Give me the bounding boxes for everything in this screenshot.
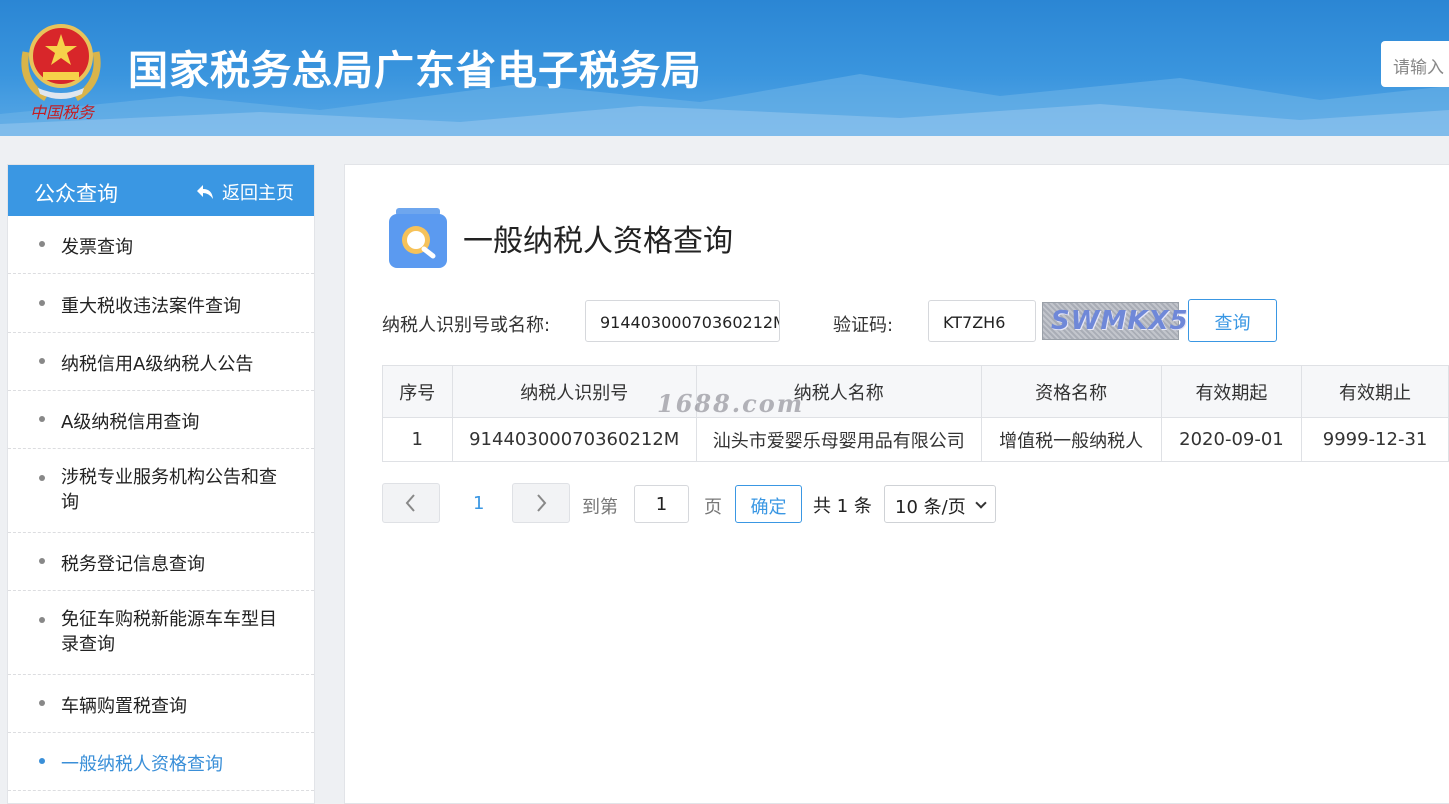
sidebar-item-label: A级纳税信用查询 <box>61 412 200 433</box>
sidebar-item-label: 纳税信用A级纳税人公告 <box>61 354 254 375</box>
query-button[interactable]: 查询 <box>1188 299 1277 342</box>
site-header: 中国税务 国家税务总局广东省电子税务局 请输入 <box>0 0 1449 136</box>
table-cell: 2020-09-01 <box>1160 417 1303 462</box>
bullet-dot <box>39 758 45 764</box>
sidebar-item-major-violation-query[interactable]: 重大税收违法案件查询 <box>8 274 314 333</box>
table-row: 1 91440300070360212M 汕头市爱婴乐母婴用品有限公司 增值税一… <box>382 417 1449 462</box>
bullet-dot <box>39 700 45 706</box>
total-count: 共 1 条 <box>813 496 872 517</box>
page-size-select[interactable]: 10 条/页 <box>884 485 996 523</box>
table-header-row: 序号 纳税人识别号 纳税人名称 资格名称 有效期起 有效期止 <box>382 365 1449 418</box>
sidebar-item-label: 重大税收违法案件查询 <box>61 296 241 317</box>
sidebar-title: 公众查询 <box>34 182 118 206</box>
back-arrow-icon <box>197 185 213 199</box>
bullet-dot <box>39 475 45 481</box>
table-cell: 增值税一般纳税人 <box>980 417 1162 462</box>
page-size-value: 10 条/页 <box>895 497 966 518</box>
captcha-input[interactable]: KT7ZH6 <box>928 300 1036 342</box>
page-suffix-label: 页 <box>704 497 722 518</box>
sidebar-item-general-taxpayer-query[interactable]: 一般纳税人资格查询 <box>8 733 314 791</box>
site-title: 国家税务总局广东省电子税务局 <box>128 48 702 94</box>
back-home-link[interactable]: 返回主页 <box>196 179 294 205</box>
tax-emblem-logo: 中国税务 <box>16 12 106 124</box>
sidebar-item-label: 税务登记信息查询 <box>61 554 205 575</box>
sidebar-item-invoice-query[interactable]: 发票查询 <box>8 216 314 274</box>
sidebar-item-label: 一般纳税人资格查询 <box>61 754 223 775</box>
table-cell: 汕头市爱婴乐母婴用品有限公司 <box>695 417 982 462</box>
search-document-icon <box>388 208 448 268</box>
table-cell: 9999-12-31 <box>1301 417 1449 462</box>
chevron-right-icon <box>537 494 547 512</box>
sidebar-item-label: 涉税专业服务机构公告和查询 <box>61 467 277 513</box>
column-header: 资格名称 <box>980 365 1162 418</box>
bullet-dot <box>39 241 45 247</box>
sidebar-item-a-level-credit-query[interactable]: A级纳税信用查询 <box>8 391 314 449</box>
back-home-label: 返回主页 <box>222 183 294 204</box>
sidebar-item-label: 车辆购置税查询 <box>61 696 187 717</box>
prev-page-button[interactable] <box>382 483 440 523</box>
captcha-label: 验证码: <box>833 315 894 336</box>
column-header: 有效期起 <box>1160 365 1303 418</box>
taxpayer-id-label: 纳税人识别号或名称: <box>382 315 551 336</box>
sidebar-header: 公众查询 返回主页 <box>8 165 314 216</box>
confirm-goto-button[interactable]: 确定 <box>735 485 802 523</box>
goto-label: 到第 <box>582 497 618 518</box>
sidebar-item-new-energy-vehicle[interactable]: 免征车购税新能源车车型目录查询 <box>8 591 314 675</box>
captcha-image[interactable]: SWMKX5 <box>1042 302 1188 340</box>
column-header: 有效期止 <box>1301 365 1449 418</box>
sidebar-item-tax-service-agency[interactable]: 涉税专业服务机构公告和查询 <box>8 449 314 533</box>
sidebar: 公众查询 返回主页 发票查询 重大税收违法案件查询 纳税信用A级纳税人公告 A级… <box>7 164 315 804</box>
chevron-down-icon <box>975 497 987 509</box>
result-table: 序号 纳税人识别号 纳税人名称 资格名称 有效期起 有效期止 1 9144030… <box>382 365 1449 462</box>
svg-text:中国税务: 中国税务 <box>30 103 96 122</box>
watermark-text: 1688.com <box>657 389 805 418</box>
sidebar-item-a-level-announcement[interactable]: 纳税信用A级纳税人公告 <box>8 333 314 391</box>
sidebar-item-label: 免征车购税新能源车车型目录查询 <box>61 609 277 655</box>
sidebar-item-registration-info[interactable]: 税务登记信息查询 <box>8 533 314 591</box>
column-header: 序号 <box>382 365 453 418</box>
bullet-dot <box>39 617 45 623</box>
next-page-button[interactable] <box>512 483 570 523</box>
sidebar-item-vehicle-purchase-tax[interactable]: 车辆购置税查询 <box>8 675 314 733</box>
table-cell: 91440300070360212M <box>451 417 697 462</box>
chevron-left-icon <box>405 494 415 512</box>
bullet-dot <box>39 300 45 306</box>
page-number-current[interactable]: 1 <box>473 493 484 514</box>
table-cell: 1 <box>382 417 453 462</box>
bullet-dot <box>39 416 45 422</box>
bullet-dot <box>39 558 45 564</box>
taxpayer-id-input[interactable]: 91440300070360212M <box>585 300 780 342</box>
sidebar-item-label: 发票查询 <box>61 237 133 258</box>
main-panel: 一般纳税人资格查询 纳税人识别号或名称: 91440300070360212M … <box>344 164 1449 804</box>
captcha-image-text: SWMKX5 <box>1051 306 1189 336</box>
goto-page-input[interactable]: 1 <box>634 485 689 523</box>
page-title: 一般纳税人资格查询 <box>463 224 733 259</box>
bullet-dot <box>39 358 45 364</box>
header-search-input[interactable]: 请输入 <box>1381 41 1449 87</box>
